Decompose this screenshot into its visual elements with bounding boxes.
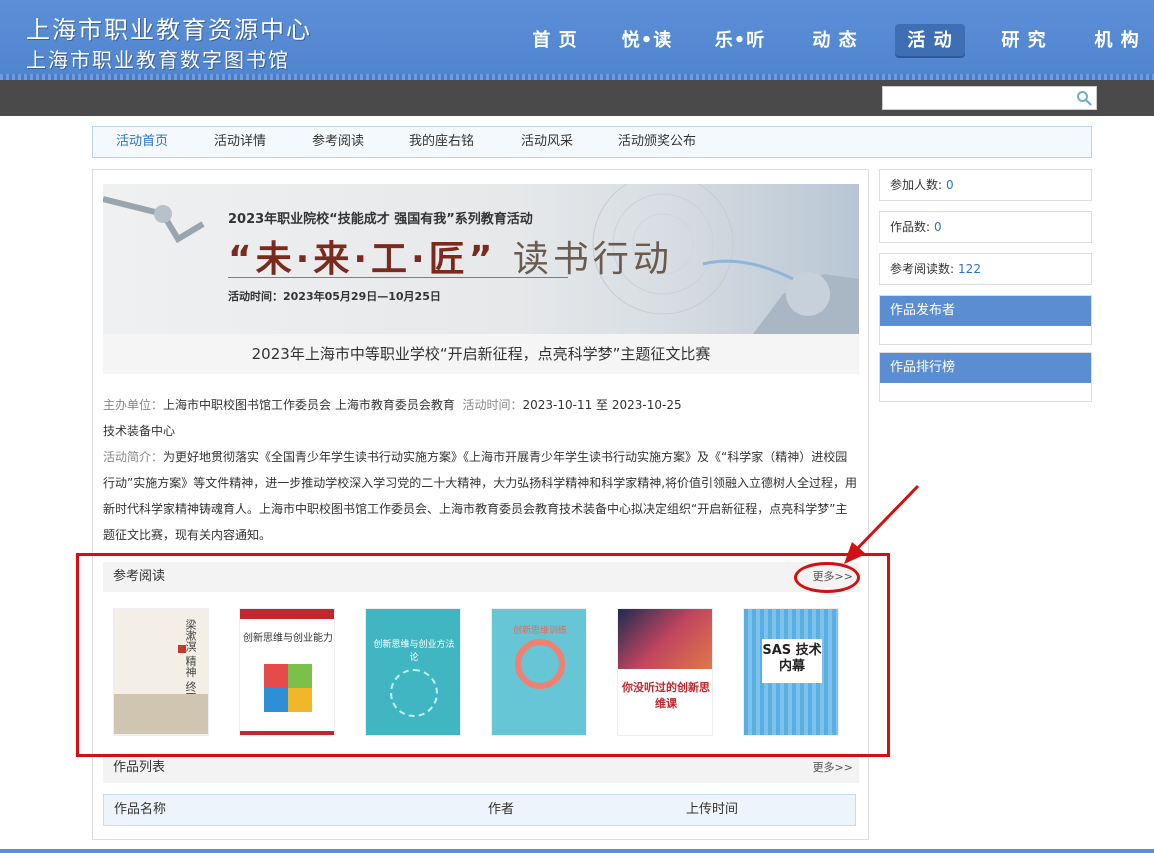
search-icon[interactable] [1076,90,1092,106]
organizer-label: 主办单位： [103,398,164,412]
nav-listen[interactable]: 乐•听 [705,24,775,58]
stat-works-label: 作品数: [890,220,931,234]
contest-info: 主办单位：上海市中职校图书馆工作委员会 上海市教育委员会教育 活动时间：2023… [103,392,859,548]
work-ranking-box: 作品排行榜 [879,352,1092,402]
subnav-reference-reading[interactable]: 参考阅读 [312,127,364,157]
organizer-value: 上海市中职校图书馆工作委员会 上海市教育委员会教育 [163,398,455,412]
organizer-cont: 技术装备中心 [103,424,176,438]
footer-line [0,849,1154,853]
banner-subtitle: 2023年职业院校“技能成才 强国有我”系列教育活动 [228,212,533,227]
nav-read[interactable]: 悦•读 [612,24,682,58]
banner-title-part-c: 读书行动 [512,239,673,280]
annotation-arrow-icon [844,484,920,564]
contest-title: 2023年上海市中等职业学校“开启新征程，点亮科学梦”主题征文比赛 [103,334,859,374]
stat-reference-reading-value: 122 [958,262,981,276]
stat-works-value: 0 [934,220,942,234]
time-label: 活动时间： [462,398,523,412]
column-upload-time: 上传时间 [686,802,739,817]
nav-news[interactable]: 动 态 [800,24,870,58]
subnav-award-announcement[interactable]: 活动颁奖公布 [618,127,696,157]
activity-subnav: 活动首页 活动详情 参考阅读 我的座右铭 活动风采 活动颁奖公布 [92,126,1092,158]
subnav-activity-home[interactable]: 活动首页 [116,127,168,157]
stat-participants: 参加人数: 0 [879,169,1092,201]
search-input[interactable] [883,87,1071,109]
intro-label: 活动简介： [103,450,164,464]
works-table-header: 作品名称 作者 上传时间 [103,794,856,826]
banner-title: “未·来·工·匠” 读书行动 [228,230,673,282]
time-value: 2023-10-11 至 2023-10-25 [522,398,682,412]
subnav-my-motto[interactable]: 我的座右铭 [409,127,474,157]
column-author: 作者 [488,802,515,817]
nav-institutions[interactable]: 机 构 [1082,24,1152,58]
nav-activities[interactable]: 活 动 [895,24,965,58]
site-title-line2[interactable]: 上海市职业教育数字图书馆 [26,44,290,73]
intro-text: 为更好地贯彻落实《全国青少年学生读书行动实施方案》《上海市开展青少年学生读书行动… [103,450,858,542]
column-work-name: 作品名称 [114,802,167,817]
nav-research[interactable]: 研 究 [989,24,1059,58]
nav-home[interactable]: 首 页 [520,24,590,58]
activity-banner[interactable]: 2023年职业院校“技能成才 强国有我”系列教育活动 “未·来·工·匠” 读书行… [103,184,859,334]
banner-divider [228,277,568,278]
banner-time: 活动时间：2023年05月29日—10月25日 [228,290,441,303]
subnav-activity-gallery[interactable]: 活动风采 [521,127,573,157]
stat-participants-label: 参加人数: [890,178,943,192]
banner-title-part-b: 工·匠” [371,239,513,280]
site-header: 上海市职业教育资源中心 上海市职业教育数字图书馆 首 页 悦•读 乐•听 动 态… [0,0,1154,80]
work-publishers-box: 作品发布者 [879,295,1092,345]
intro-paragraph: 活动简介：为更好地贯彻落实《全国青少年学生读书行动实施方案》《上海市开展青少年学… [103,444,859,548]
works-list-header: 作品列表 更多>> [103,753,859,783]
subnav-activity-details[interactable]: 活动详情 [214,127,266,157]
works-list-title: 作品列表 [113,760,166,775]
stat-reference-reading: 参考阅读数: 122 [879,253,1092,285]
stat-works: 作品数: 0 [879,211,1092,243]
works-list-more-link[interactable]: 更多>> [813,753,853,783]
site-title-line1[interactable]: 上海市职业教育资源中心 [26,10,312,45]
annotation-highlight-box [76,553,890,757]
stat-participants-value: 0 [946,178,954,192]
work-ranking-title: 作品排行榜 [880,353,1091,383]
stat-reference-reading-label: 参考阅读数: [890,262,955,276]
search-box [882,86,1097,110]
organizer-line: 主办单位：上海市中职校图书馆工作委员会 上海市教育委员会教育 活动时间：2023… [103,392,859,418]
banner-title-part-a: “未·来· [228,239,372,280]
work-publishers-title: 作品发布者 [880,296,1091,326]
